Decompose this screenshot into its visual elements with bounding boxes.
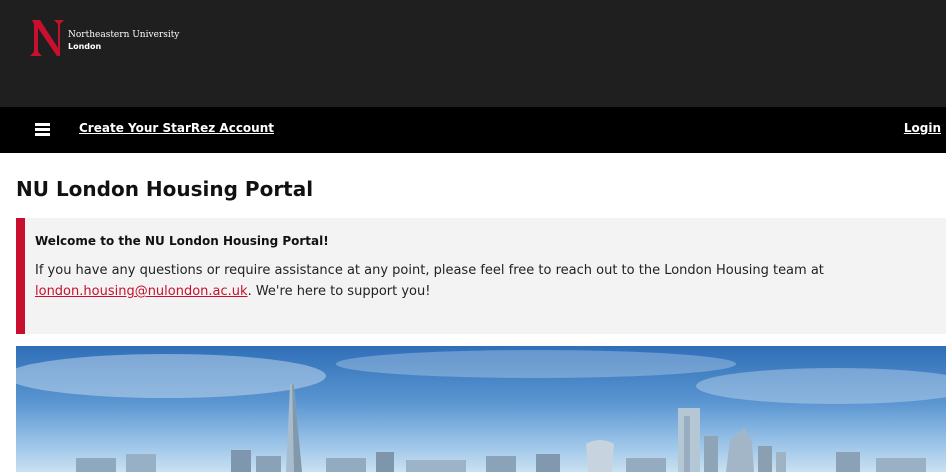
page-title: NU London Housing Portal [16, 177, 314, 201]
logo-wordmark: Northeastern University London [68, 30, 179, 52]
skyline-illustration [16, 350, 946, 472]
n-logo-icon [30, 20, 64, 56]
london-skyline-image [16, 346, 946, 472]
login-link[interactable]: Login [904, 121, 941, 135]
alert-heading: Welcome to the NU London Housing Portal! [35, 234, 329, 248]
navigation-bar: Create Your StarRez Account Login [0, 107, 946, 153]
create-account-link[interactable]: Create Your StarRez Account [79, 121, 274, 135]
university-logo[interactable]: Northeastern University London [30, 18, 220, 58]
alert-text-after: . We're here to support you! [247, 284, 431, 299]
alert-body: If you have any questions or require ass… [35, 260, 940, 302]
hamburger-menu-icon[interactable] [35, 123, 50, 136]
alert-text-before: If you have any questions or require ass… [35, 263, 824, 278]
email-link[interactable]: london.housing@nulondon.ac.uk [35, 284, 248, 299]
logo-line-london: London [68, 42, 102, 51]
logo-line-university: Northeastern University [68, 30, 180, 40]
welcome-alert: Welcome to the NU London Housing Portal!… [16, 218, 946, 334]
site-header: Northeastern University London [0, 0, 946, 107]
